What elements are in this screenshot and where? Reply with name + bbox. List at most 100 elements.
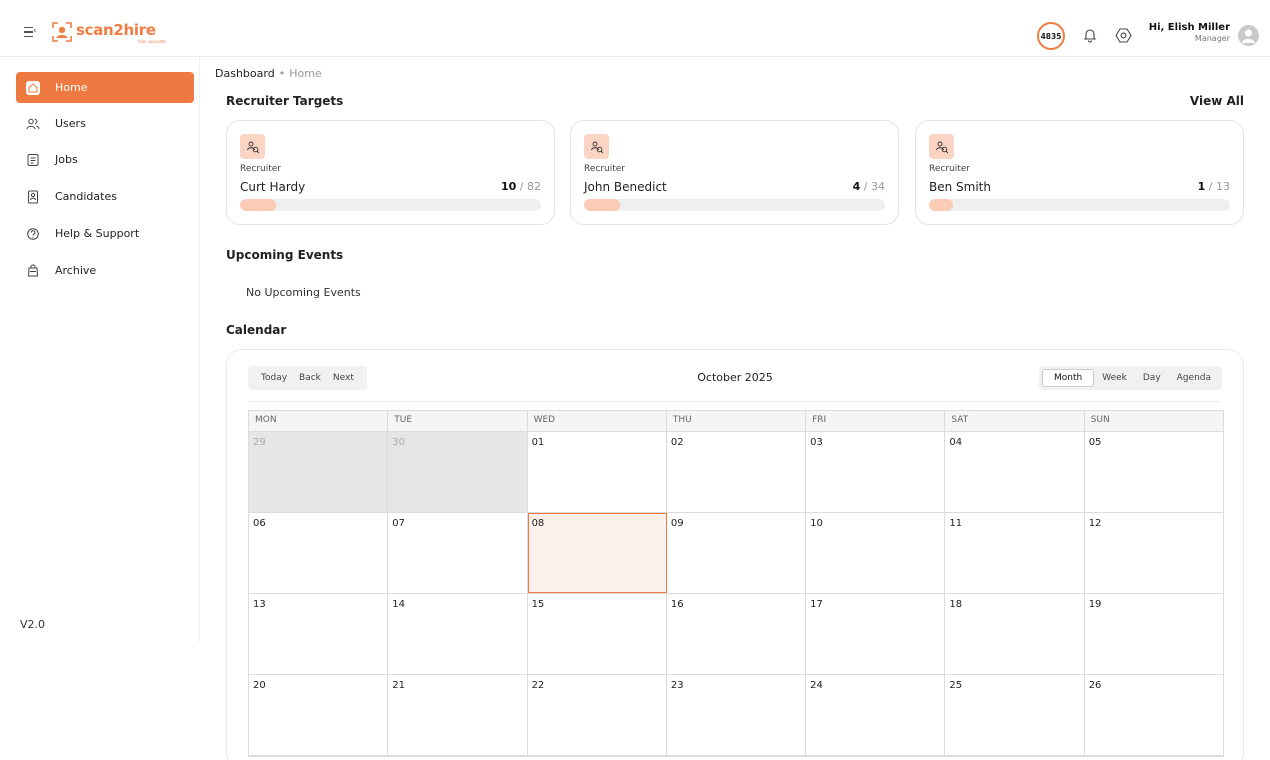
calendar-day-cell[interactable]: 04 [945, 432, 1085, 512]
calendar-day-cell[interactable]: 10 [806, 513, 946, 593]
target-total: 34 [871, 180, 885, 193]
calendar-day-cell[interactable]: 02 [667, 432, 807, 512]
view-day-button[interactable]: Day [1135, 370, 1169, 386]
calendar-day-cell[interactable]: 16 [667, 594, 807, 674]
calendar-day-number: 23 [670, 680, 684, 691]
recruiter-name: Curt Hardy [240, 180, 306, 194]
avatar[interactable] [1238, 25, 1259, 46]
calendar-day-cell[interactable]: 13 [249, 594, 389, 674]
sidebar-item-home[interactable]: Home [16, 72, 194, 103]
weekday-sun: SUN [1090, 415, 1110, 425]
sidebar-item-jobs[interactable]: Jobs [16, 144, 194, 175]
brand-logo[interactable]: scan2hire hire. accurate [52, 21, 166, 44]
view-all-link[interactable]: View All [1180, 94, 1244, 108]
recruiter-target-card[interactable]: Recruiter Curt Hardy 10 / 82 [226, 120, 555, 225]
calendar-day-number: 26 [1088, 680, 1102, 691]
bell-icon[interactable] [1080, 25, 1100, 45]
calendar-day-number: 17 [810, 599, 823, 610]
calendar-day-cell[interactable]: 08 [527, 513, 667, 593]
calendar-day-cell[interactable]: 21 [388, 675, 528, 755]
calendar-day-cell[interactable]: 11 [945, 513, 1085, 593]
calendar-weekday-header: MON TUE WED THU FRI SAT SUN [249, 411, 1223, 432]
calendar-day-cell[interactable]: 19 [1085, 594, 1223, 674]
home-icon [26, 80, 40, 95]
calendar-day-number: 09 [670, 518, 684, 529]
calendar-week-row: 20 21 22 23 24 25 26 [249, 675, 1223, 756]
calendar-day-cell[interactable]: 30 [388, 432, 528, 512]
weekday-sat: SAT [945, 411, 1085, 431]
sidebar-item-label: Home [55, 81, 88, 94]
breadcrumb-separator: • [278, 67, 286, 80]
upcoming-events-title: Upcoming Events [226, 248, 344, 262]
recruiter-name: John Benedict [584, 180, 667, 194]
breadcrumb: Dashboard • Home [215, 67, 322, 80]
calendar-day-cell[interactable]: 29 [249, 432, 389, 512]
recruiter-target-card[interactable]: Recruiter Ben Smith 1 / 13 [915, 120, 1244, 225]
top-header: ‹ scan2hire hire. accurate 4835 Hi, Elis… [0, 0, 1270, 57]
view-week-button[interactable]: Week [1094, 370, 1135, 386]
calendar-day-cell[interactable]: 15 [528, 594, 667, 674]
sidebar-item-label: Archive [55, 264, 97, 277]
calendar-day-number: 18 [949, 599, 963, 610]
sidebar-item-help[interactable]: Help & Support [16, 218, 194, 249]
sidebar-item-label: Help & Support [55, 227, 140, 240]
calendar-day-cell[interactable]: 26 [1085, 675, 1223, 755]
calendar-day-number: 08 [531, 518, 545, 529]
breadcrumb-dashboard[interactable]: Dashboard [215, 67, 275, 80]
calendar-week-row: 29 30 01 02 03 04 05 [249, 432, 1223, 513]
archive-icon [26, 264, 40, 278]
calendar-day-number: 24 [810, 680, 823, 691]
target-done: 10 [500, 180, 517, 193]
calendar-day-cell[interactable]: 20 [249, 675, 389, 755]
calendar-day-number: 02 [670, 437, 684, 448]
calendar-day-cell[interactable]: 05 [1085, 432, 1223, 512]
calendar-day-cell[interactable]: 01 [528, 432, 667, 512]
recruiter-role: Recruiter [240, 164, 282, 174]
calendar-day-cell[interactable]: 22 [528, 675, 667, 755]
calendar-day-cell[interactable]: 07 [388, 513, 528, 593]
credits-badge[interactable]: 4835 [1037, 22, 1065, 50]
help-icon [26, 227, 40, 241]
calendar-day-cell[interactable]: 12 [1085, 513, 1223, 593]
calendar-day-cell[interactable]: 18 [945, 594, 1085, 674]
view-month-button[interactable]: Month [1041, 369, 1095, 387]
target-progress-bar [584, 199, 885, 211]
sidebar: Home Users Jobs Candidates Help & Suppor… [0, 57, 200, 642]
target-progress-bar [929, 199, 1230, 211]
recruiter-role: Recruiter [929, 164, 971, 174]
calendar-day-number: 03 [810, 437, 823, 448]
calendar-day-cell[interactable]: 24 [806, 675, 946, 755]
recruiter-target-count: 10 / 82 [500, 180, 541, 193]
calendar-day-number: 04 [949, 437, 963, 448]
gear-icon[interactable] [1113, 25, 1133, 45]
sidebar-item-archive[interactable]: Archive [16, 255, 194, 286]
calendar-day-cell[interactable]: 14 [388, 594, 528, 674]
target-done: 4 [852, 180, 861, 193]
target-total: 13 [1216, 180, 1230, 193]
target-progress-fill [240, 199, 277, 211]
calendar-day-number: 20 [253, 680, 266, 691]
calendar-day-cell[interactable]: 17 [806, 594, 946, 674]
calendar-day-cell[interactable]: 09 [667, 513, 807, 593]
recruiter-target-card[interactable]: Recruiter John Benedict 4 / 34 [570, 120, 899, 225]
menu-collapse-icon[interactable]: ‹ [24, 26, 38, 39]
calendar-day-cell[interactable]: 25 [945, 675, 1085, 755]
calendar-day-number: 19 [1088, 599, 1102, 610]
target-progress-fill [584, 199, 621, 211]
calendar-day-number: 14 [392, 599, 406, 610]
brand-name: scan2hire [76, 21, 156, 39]
sidebar-item-users[interactable]: Users [16, 108, 194, 139]
calendar-day-cell[interactable]: 23 [667, 675, 807, 755]
calendar-day-number: 25 [949, 680, 963, 691]
recruiter-icon [584, 134, 609, 159]
recruiter-role: Recruiter [584, 164, 626, 174]
user-greeting[interactable]: Hi, Elish Miller Manager [1140, 22, 1230, 43]
sidebar-item-label: Jobs [55, 153, 78, 166]
app-version: V2.0 [20, 618, 46, 631]
calendar-day-number: 01 [531, 437, 545, 448]
calendar-day-cell[interactable]: 06 [249, 513, 389, 593]
users-icon [26, 117, 40, 131]
view-agenda-button[interactable]: Agenda [1169, 370, 1219, 386]
calendar-day-cell[interactable]: 03 [806, 432, 946, 512]
sidebar-item-candidates[interactable]: Candidates [16, 181, 194, 212]
